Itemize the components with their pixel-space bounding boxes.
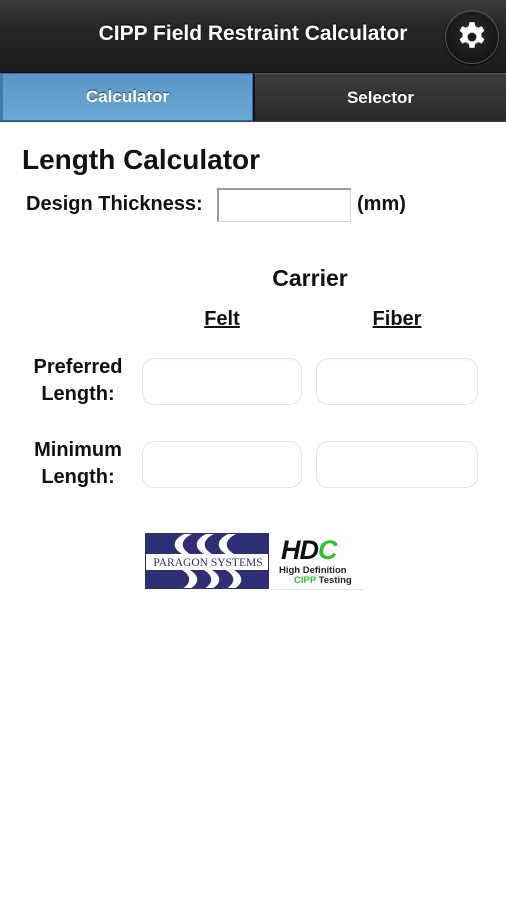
app-header: CIPP Field Restraint Calculator xyxy=(0,0,506,73)
app-title-text: CIPP Field Restraint Calculator xyxy=(98,22,408,45)
hdc-logo-tagline-2: CIPP Testing xyxy=(294,575,352,586)
gear-icon xyxy=(459,22,485,48)
tab-calculator[interactable]: Calculator xyxy=(0,73,253,121)
design-thickness-input[interactable] xyxy=(217,188,351,222)
tab-selector[interactable]: Selector xyxy=(253,73,506,121)
design-thickness-label: Design Thickness: xyxy=(26,193,203,215)
minimum-length-label-line2: Length: xyxy=(41,466,115,488)
page-title: Length Calculator xyxy=(22,144,261,175)
column-header-fiber: Fiber xyxy=(372,308,422,330)
preferred-length-label: Preferred Length: xyxy=(20,354,136,408)
hdc-logo-testing: Testing xyxy=(316,575,352,586)
paragon-logo-graphic: PARAGON SYSTEMS xyxy=(146,534,268,588)
preferred-length-felt-field[interactable] xyxy=(142,358,302,405)
column-header-felt: Felt xyxy=(204,308,240,330)
tab-bar: Calculator Selector xyxy=(0,73,506,122)
paragon-systems-logo: PARAGON SYSTEMS xyxy=(145,533,269,589)
minimum-length-label: Minimum Length: xyxy=(20,437,136,491)
paragon-logo-text: PARAGON SYSTEMS xyxy=(153,557,262,569)
hdc-logo: HDC High Definition CIPP Testing xyxy=(273,532,363,590)
tab-selector-label: Selector xyxy=(346,87,415,107)
preferred-length-label-line1: Preferred xyxy=(33,356,123,378)
hdc-logo-c: C xyxy=(318,535,337,565)
tab-calculator-label: Calculator xyxy=(85,87,170,106)
app-title: CIPP Field Restraint Calculator xyxy=(0,22,506,46)
settings-button[interactable] xyxy=(445,10,499,64)
preferred-length-label-line2: Length: xyxy=(41,383,115,405)
minimum-length-label-line1: Minimum xyxy=(34,439,122,461)
design-thickness-unit: (mm) xyxy=(357,193,406,215)
hdc-logo-hd: HD xyxy=(281,535,319,565)
minimum-length-fiber-field[interactable] xyxy=(316,441,478,488)
minimum-length-felt-field[interactable] xyxy=(142,441,302,488)
hdc-logo-mark: HDC xyxy=(281,535,337,565)
preferred-length-fiber-field[interactable] xyxy=(316,358,478,405)
app-screen: CIPP Field Restraint Calculator Calculat… xyxy=(0,0,506,900)
hdc-logo-cipp: CIPP xyxy=(294,575,317,586)
carrier-heading: Carrier xyxy=(272,265,348,291)
